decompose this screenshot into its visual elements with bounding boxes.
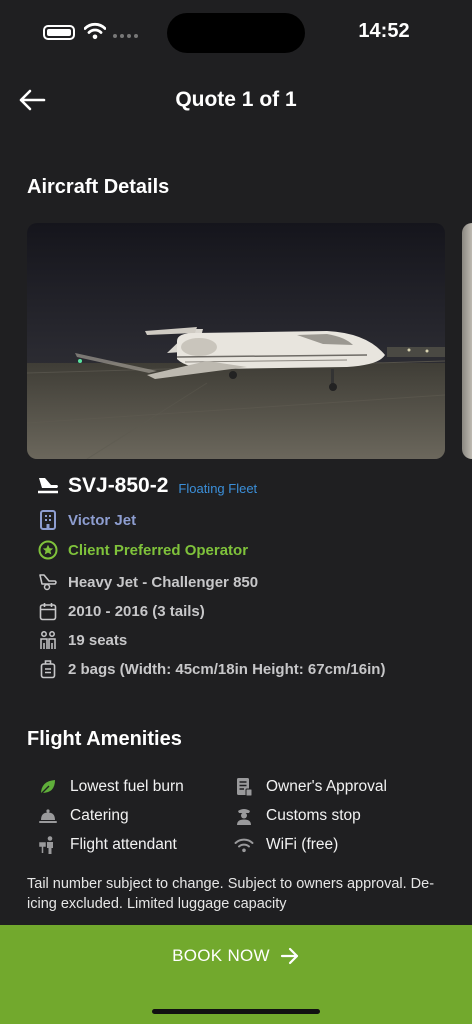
jet-icon (37, 475, 59, 497)
quote-note: Tail number subject to change. Subject t… (27, 876, 435, 912)
attendant-icon (37, 834, 59, 856)
tail-row: SVJ-850-2 Floating Fleet (37, 474, 257, 498)
document-icon (233, 776, 255, 798)
amenity-label: Owner's Approval (266, 778, 387, 795)
amenity-lowest-fuel-burn: Lowest fuel burn (37, 776, 184, 798)
aircraft-details-heading: Aircraft Details (27, 176, 170, 198)
operator-row[interactable]: Victor Jet (37, 509, 136, 531)
aircraft-category: Heavy Jet - Challenger 850 (68, 573, 259, 591)
next-photo-peek[interactable] (462, 223, 472, 459)
amenity-flight-attendant: Flight attendant (37, 834, 177, 856)
tail-number: SVJ-850-2 (68, 474, 169, 497)
years-of-manufacture: 2010 - 2016 (3 tails) (68, 602, 205, 620)
status-bar: 14:52 (0, 0, 472, 64)
amenity-label: Lowest fuel burn (70, 778, 184, 795)
arrow-right-icon (280, 947, 298, 965)
amenity-owners-approval: Owner's Approval (233, 776, 387, 798)
amenity-label: Flight attendant (70, 836, 177, 853)
amenity-label: Catering (70, 807, 129, 824)
cloche-icon (37, 805, 59, 827)
book-now-button[interactable]: BOOK NOW (0, 925, 472, 987)
category-row: Heavy Jet - Challenger 850 (37, 571, 258, 593)
amenity-label: Customs stop (266, 807, 361, 824)
building-icon (37, 509, 59, 531)
wifi-signal-icon (84, 22, 106, 40)
seats-row: 19 seats (37, 629, 127, 651)
amenity-catering: Catering (37, 805, 129, 827)
arrow-left-icon (19, 89, 46, 111)
book-bar: BOOK NOW (0, 925, 472, 1024)
star-badge-icon (37, 539, 59, 561)
dynamic-island (167, 13, 305, 53)
leaf-icon (37, 776, 59, 798)
baggage-capacity: 2 bags (Width: 45cm/18in Height: 67cm/16… (68, 660, 386, 678)
back-button[interactable] (16, 84, 48, 116)
cellular-signal-icon (113, 34, 138, 38)
preferred-operator-label: Client Preferred Operator (68, 541, 249, 559)
amenity-wifi: WiFi (free) (233, 834, 338, 856)
status-time: 14:52 (358, 20, 410, 42)
amenity-label: WiFi (free) (266, 836, 339, 853)
battery-icon (43, 25, 75, 40)
preferred-operator-row: Client Preferred Operator (37, 539, 248, 561)
bags-row: 2 bags (Width: 45cm/18in Height: 67cm/16… (37, 658, 385, 680)
calendar-icon (37, 600, 59, 622)
officer-icon (233, 805, 255, 827)
home-indicator (152, 1009, 320, 1014)
aircraft-photo[interactable] (27, 223, 445, 459)
operator-name: Victor Jet (68, 511, 137, 529)
amenity-customs-stop: Customs stop (233, 805, 361, 827)
wifi-icon (233, 834, 255, 856)
plane-outline-icon (37, 571, 59, 593)
passengers-icon (37, 629, 59, 651)
fleet-tag[interactable]: Floating Fleet (178, 481, 257, 496)
book-now-label: BOOK NOW (172, 946, 270, 965)
flight-amenities-heading: Flight Amenities (27, 728, 182, 750)
years-row: 2010 - 2016 (3 tails) (37, 600, 205, 622)
luggage-icon (37, 658, 59, 680)
aircraft-photo-image (27, 223, 445, 459)
page-title: Quote 1 of 1 (175, 88, 297, 111)
seat-count: 19 seats (68, 631, 128, 649)
